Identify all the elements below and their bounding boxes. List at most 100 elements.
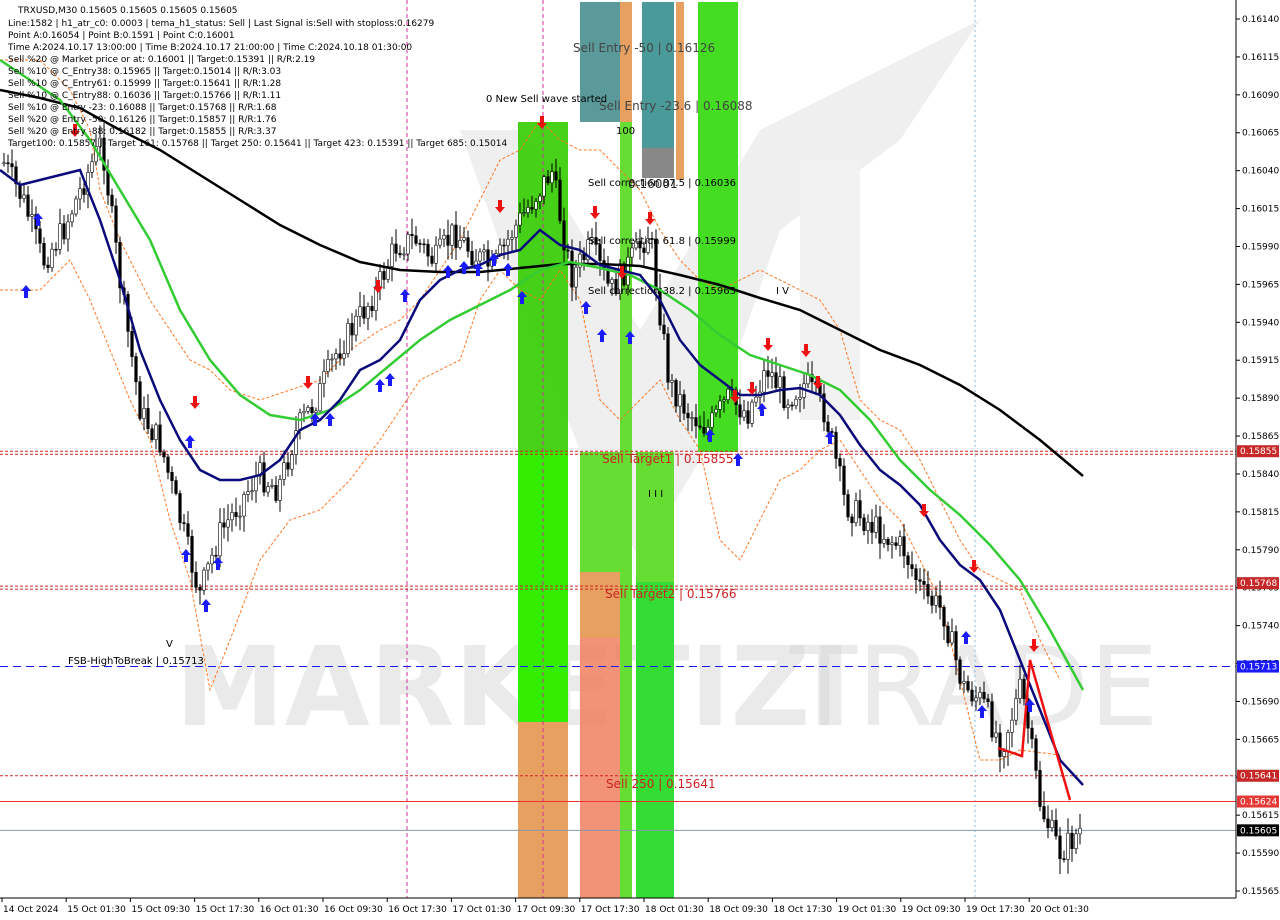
candle-body: [534, 201, 538, 210]
candle-body: [778, 376, 782, 388]
candle-body: [474, 260, 478, 266]
candle-body: [322, 371, 326, 384]
candle-body: [174, 480, 178, 494]
candle-body: [666, 333, 670, 383]
time-tick-label: 19 Oct 09:30: [902, 905, 961, 915]
candle-body: [354, 315, 358, 336]
time-tick-label: 16 Oct 09:30: [324, 905, 383, 915]
candle-body: [962, 681, 966, 684]
watermark-text-right: TRADE: [789, 623, 1159, 751]
candle-body: [1010, 719, 1014, 733]
candle-body: [242, 494, 246, 517]
candle-body: [938, 595, 942, 608]
candle-body: [718, 400, 722, 410]
header-line-6: Sell %10 @ C_Entry61: 0.15999 || Target:…: [8, 79, 281, 89]
candle-body: [790, 404, 794, 407]
candle-body: [554, 171, 558, 181]
header-line-4: Sell %20 @ Market price or at: 0.16001 |…: [8, 55, 315, 65]
candle-body: [910, 564, 914, 569]
time-tick-label: 19 Oct 01:30: [838, 905, 897, 915]
candle-body: [514, 224, 518, 238]
label-sell-target1: Sell Target1 | 0.15855: [602, 452, 734, 466]
time-tick-label: 17 Oct 01:30: [452, 905, 511, 915]
label-new-sell-wave: 0 New Sell wave started: [486, 94, 607, 105]
candle-body: [1006, 732, 1010, 752]
candle-body: [954, 631, 958, 661]
candle-body: [890, 542, 894, 545]
candle-body: [794, 398, 798, 406]
candle-body: [722, 399, 726, 402]
candle-body: [350, 323, 354, 336]
candle-body: [670, 380, 674, 383]
candle-body: [270, 485, 274, 487]
candle-body: [754, 396, 758, 403]
candle-body: [478, 251, 482, 262]
candle-body: [170, 472, 174, 481]
label-sell-250: Sell 250 | 0.15641: [606, 777, 716, 791]
candle-body: [50, 248, 54, 268]
price-tick-label: 0.15590: [1242, 849, 1279, 859]
candle-body: [10, 163, 14, 168]
candle-body: [334, 353, 338, 360]
candle-body: [130, 331, 134, 357]
candle-body: [1038, 770, 1042, 807]
candle-body: [702, 426, 706, 434]
candle-body: [1018, 678, 1022, 699]
candle-body: [878, 516, 882, 544]
candle-body: [154, 424, 158, 440]
candle-body: [998, 732, 1002, 757]
candle-body: [234, 512, 238, 517]
candle-body: [262, 462, 266, 493]
candle-body: [26, 194, 30, 217]
candle-body: [338, 353, 342, 359]
candle-body: [62, 223, 66, 240]
candle-body: [566, 249, 570, 252]
candle-body: [738, 404, 742, 418]
candle-body: [630, 247, 634, 258]
header-line-1: Line:1582 | h1_atr_c0: 0.0003 | tema_h1_…: [8, 19, 435, 29]
candle-body: [894, 542, 898, 546]
candle-body: [986, 698, 990, 703]
candle-body: [30, 214, 34, 217]
candle-body: [610, 279, 614, 284]
candle-body: [502, 244, 506, 247]
price-badge-label: 0.15605: [1240, 826, 1277, 836]
candle-body: [710, 412, 714, 428]
candle-body: [914, 568, 918, 581]
candle-body: [982, 692, 986, 700]
candle-body: [42, 242, 46, 266]
candle-body: [526, 207, 530, 213]
candle-body: [966, 681, 970, 691]
price-badge-label: 0.15768: [1240, 579, 1277, 589]
candle-body: [254, 475, 258, 492]
candle-body: [286, 462, 290, 470]
candle-body: [70, 213, 74, 223]
candle-body: [438, 238, 442, 246]
candle-body: [934, 595, 938, 606]
candle-body: [182, 522, 186, 525]
label-correction-38: Sell correction 38.2 | 0.15965: [588, 286, 736, 297]
time-tick-label: 15 Oct 09:30: [131, 905, 190, 915]
candle-body: [54, 248, 58, 251]
candle-body: [762, 370, 766, 393]
candle-body: [198, 586, 202, 591]
candle-body: [798, 397, 802, 400]
price-tick-label: 0.15690: [1242, 697, 1279, 707]
zone-green-right: [636, 452, 674, 582]
candle-body: [78, 188, 82, 200]
time-tick-label: 18 Oct 01:30: [645, 905, 704, 915]
candle-body: [538, 195, 542, 202]
candle-body: [906, 555, 910, 565]
candle-body: [698, 425, 702, 428]
candle-body: [302, 411, 306, 414]
candle-body: [506, 238, 510, 246]
candle-body: [142, 408, 146, 419]
zone-orange-thin: [676, 2, 684, 180]
time-tick-label: 18 Oct 17:30: [773, 905, 832, 915]
candle-body: [446, 234, 450, 246]
price-tick-label: 0.15940: [1242, 318, 1279, 328]
trading-chart[interactable]: MARKETIZI TRADE TRXUSD,M30 0.15605 0.156…: [0, 0, 1280, 920]
candle-body: [686, 412, 690, 419]
candle-body: [370, 306, 374, 311]
candle-body: [462, 237, 466, 241]
